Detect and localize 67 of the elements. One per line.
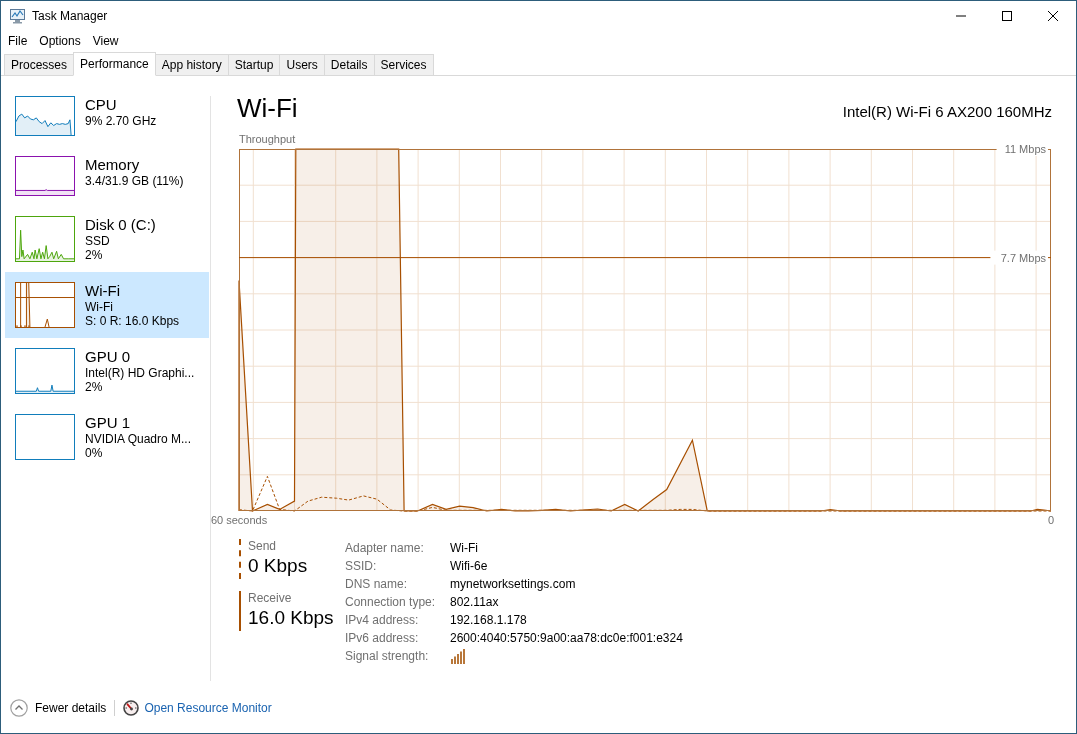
property-label: SSID:	[345, 558, 378, 575]
window-title: Task Manager	[32, 9, 109, 23]
resource-detail: Wi-Fi	[85, 300, 114, 314]
tab[interactable]: Users	[279, 54, 325, 75]
menu-item[interactable]: File	[2, 31, 34, 50]
resource-detail: 3.4/31.9 GB (11%)	[85, 174, 184, 188]
resource-name: Disk 0 (C:)	[85, 216, 156, 234]
y-tick-label: 11 Mbps	[1004, 143, 1046, 155]
resource-detail: 9% 2.70 GHz	[85, 114, 157, 128]
chevron-up-circle-icon	[10, 699, 28, 717]
menu-item[interactable]: Options	[33, 31, 87, 50]
x-tick-label: 0	[1047, 514, 1055, 526]
resource-detail: NVIDIA Quadro M...	[85, 432, 192, 446]
sidebar-item[interactable]: GPU 1 NVIDIA Quadro M... 0%	[5, 404, 209, 470]
property-value: 802.11ax	[450, 594, 500, 611]
resource-detail: SSD	[85, 234, 111, 248]
resource-detail: S: 0 R: 16.0 Kbps	[85, 314, 180, 328]
property-label: IPv6 address:	[345, 630, 420, 647]
gauge-icon	[123, 700, 140, 716]
close-icon	[1048, 11, 1058, 21]
tab[interactable]: Startup	[227, 54, 281, 75]
fewer-details-button[interactable]: Fewer details	[10, 699, 107, 717]
resource-name: Wi-Fi	[85, 282, 121, 300]
sidebar-item[interactable]: Wi-Fi Wi-Fi S: 0 R: 16.0 Kbps	[5, 272, 209, 338]
property-value: mynetworksettings.com	[450, 576, 577, 593]
sidebar-item[interactable]: Memory 3.4/31.9 GB (11%)	[5, 146, 209, 206]
resource-name: Memory	[85, 156, 141, 174]
property-value: Wi-Fi	[450, 540, 479, 557]
resource-monitor-link[interactable]: Open Resource Monitor	[144, 701, 272, 715]
resource-detail: Intel(R) HD Graphi...	[85, 366, 195, 380]
adapter-model: Intel(R) Wi-Fi 6 AX200 160MHz	[842, 103, 1052, 120]
y-tick-label: 7.7 Mbps	[1000, 251, 1046, 264]
resource-name: CPU	[85, 96, 118, 114]
maximize-icon	[1002, 11, 1012, 21]
stat-label: Receive	[248, 591, 293, 605]
tab[interactable]: Processes	[4, 54, 75, 75]
resource-title: Wi-Fi	[237, 92, 298, 124]
resource-name: GPU 1	[85, 414, 131, 432]
property-label: Signal strength:	[345, 648, 430, 665]
resource-detail: 0%	[85, 446, 104, 460]
property-label: Adapter name:	[345, 540, 425, 557]
tab[interactable]: App history	[154, 54, 229, 75]
sidebar-item[interactable]: GPU 0 Intel(R) HD Graphi... 2%	[5, 338, 209, 404]
stat-value: 0 Kbps	[248, 554, 308, 578]
resource-name: GPU 0	[85, 348, 131, 366]
property-label: DNS name:	[345, 576, 409, 593]
property-value: 192.168.1.178	[450, 612, 528, 629]
sidebar-item[interactable]: CPU 9% 2.70 GHz	[5, 86, 209, 146]
tab[interactable]: Performance	[73, 52, 156, 76]
tab[interactable]: Details	[323, 54, 375, 75]
x-tick-label: 60 seconds	[211, 514, 268, 526]
property-value: 2600:4040:5750:9a00:aa78:dc0e:f001:e324	[450, 630, 683, 647]
tab[interactable]: Services	[373, 54, 434, 75]
monitor-graph-icon	[9, 8, 26, 24]
property-label: IPv4 address:	[345, 612, 420, 629]
property-label: Connection type:	[345, 594, 437, 611]
signal-bars-icon	[450, 648, 466, 664]
legend-line-icon	[239, 591, 241, 631]
sidebar-item[interactable]: Disk 0 (C:) SSD 2%	[5, 206, 209, 272]
stat-label: Send	[248, 539, 278, 553]
menu-item[interactable]: View	[86, 31, 125, 50]
legend-line-icon	[239, 539, 241, 579]
property-value: Wifi-6e	[450, 558, 489, 575]
stat-value: 16.0 Kbps	[248, 606, 334, 630]
resource-detail: 2%	[85, 248, 104, 262]
chart-title: Throughput	[239, 133, 296, 145]
resource-detail: 2%	[85, 380, 104, 394]
